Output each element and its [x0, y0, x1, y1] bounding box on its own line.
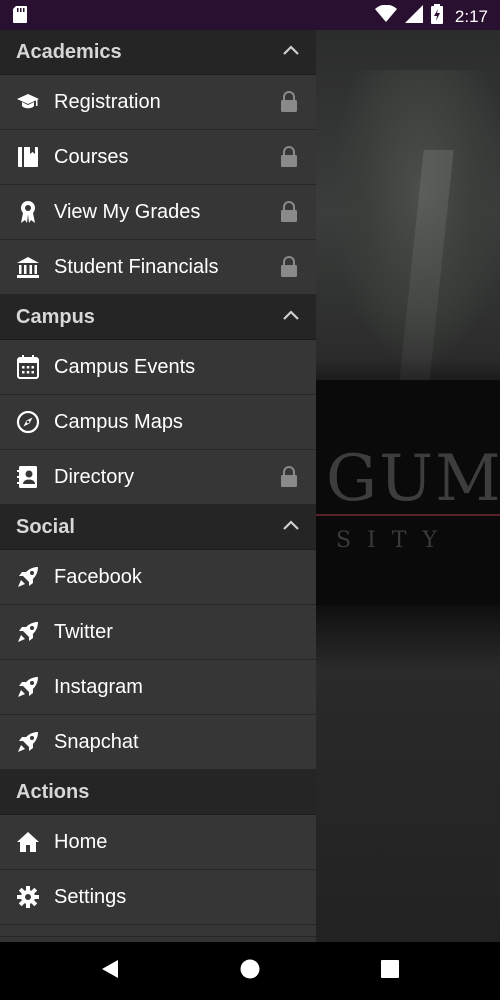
menu-item-courses[interactable]: Courses [0, 130, 316, 185]
navigation-drawer: Academics Registration Courses View My G… [0, 30, 316, 942]
menu-item-label: Directory [54, 465, 135, 488]
menu-item-campus-maps[interactable]: Campus Maps [0, 395, 316, 450]
lock-icon [280, 201, 298, 228]
bank-icon [16, 255, 40, 279]
menu-item-twitter[interactable]: Twitter [0, 605, 316, 660]
wifi-icon [374, 4, 397, 28]
menu-item-campus-events[interactable]: Campus Events [0, 340, 316, 395]
menu-item-label: Facebook [54, 565, 142, 588]
menu-item-directory[interactable]: Directory [0, 450, 316, 505]
menu-item-label: Campus Events [54, 355, 196, 378]
chevron-up-icon[interactable] [282, 518, 300, 536]
home-icon [16, 830, 40, 854]
status-bar: 2:17 [0, 0, 500, 30]
back-triangle-icon [101, 959, 119, 984]
section-header-social[interactable]: Social [0, 505, 316, 550]
menu-item-label: Campus Maps [54, 410, 183, 433]
menu-item-label: Registration [54, 90, 161, 113]
section-title: Actions [16, 780, 90, 803]
gear-icon [16, 885, 40, 909]
section-header-academics[interactable]: Academics [0, 30, 316, 75]
sd-card-icon [13, 6, 27, 28]
chevron-up-icon[interactable] [282, 308, 300, 326]
menu-item-label: Twitter [54, 620, 113, 643]
lock-icon [280, 91, 298, 118]
status-time: 2:17 [454, 6, 488, 26]
menu-item-facebook[interactable]: Facebook [0, 550, 316, 605]
rocket-icon [16, 620, 40, 644]
award-ribbon-icon [16, 200, 40, 224]
book-icon [16, 145, 40, 169]
background-sign-text: GUM [326, 442, 500, 516]
rocket-icon [16, 730, 40, 754]
menu-item-instagram[interactable]: Instagram [0, 660, 316, 715]
menu-item-home[interactable]: Home [0, 815, 316, 870]
menu-item-label: Settings [54, 885, 127, 908]
menu-item-label: View My Grades [54, 200, 201, 223]
section-header-actions: Actions [0, 770, 316, 815]
calendar-icon [16, 355, 40, 379]
cell-signal-icon [404, 5, 423, 28]
compass-icon [16, 410, 40, 434]
rocket-icon [16, 675, 40, 699]
contact-book-icon [16, 465, 40, 489]
menu-item-label: Home [54, 830, 108, 853]
section-title: Academics [16, 40, 122, 63]
background-sign-line [316, 514, 500, 516]
menu-item-partial[interactable] [0, 925, 316, 937]
navigation-bar [0, 942, 500, 1000]
menu-item-snapchat[interactable]: Snapchat [0, 715, 316, 770]
menu-item-view-my-grades[interactable]: View My Grades [0, 185, 316, 240]
lock-icon [280, 256, 298, 283]
recents-square-icon [381, 959, 399, 983]
chevron-up-icon[interactable] [282, 43, 300, 61]
back-button[interactable] [80, 942, 140, 1000]
home-circle-icon [240, 959, 260, 984]
menu-item-label: Courses [54, 145, 129, 168]
section-header-campus[interactable]: Campus [0, 295, 316, 340]
lock-icon [280, 146, 298, 173]
rocket-icon [16, 565, 40, 589]
menu-item-student-financials[interactable]: Student Financials [0, 240, 316, 295]
section-title: Campus [16, 305, 95, 328]
menu-item-label: Snapchat [54, 730, 139, 753]
background-sign-subtext: SITY [336, 528, 453, 553]
lock-icon [280, 466, 298, 493]
menu-item-label: Student Financials [54, 255, 219, 278]
menu-item-registration[interactable]: Registration [0, 75, 316, 130]
recents-button[interactable] [360, 942, 420, 1000]
section-title: Social [16, 515, 75, 538]
graduation-cap-icon [16, 90, 40, 114]
home-button[interactable] [220, 942, 280, 1000]
menu-item-label: Instagram [54, 675, 143, 698]
menu-item-settings[interactable]: Settings [0, 870, 316, 925]
battery-icon [430, 4, 443, 29]
